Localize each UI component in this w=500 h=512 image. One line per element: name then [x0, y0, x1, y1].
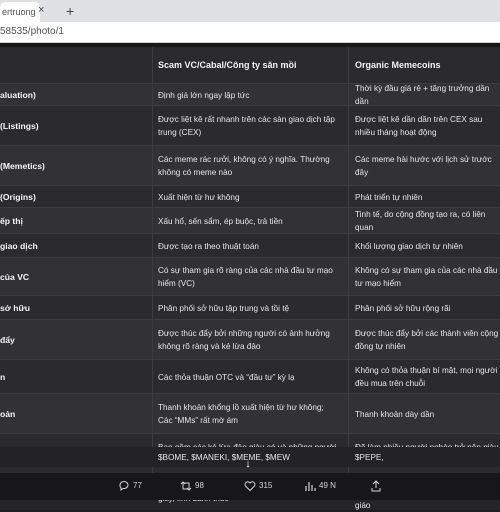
- row-label: sở hữu: [0, 302, 30, 313]
- scam-cell: Các meme rác rưởi, không có ý nghĩa. Thư…: [158, 155, 330, 177]
- row-label: (Listings): [0, 120, 39, 131]
- header-scam: Scam VC/Cabal/Công ty săn mồi Memecoins: [158, 47, 340, 106]
- table-image: Scam VC/Cabal/Công ty săn mồi Memecoins …: [0, 47, 500, 473]
- scam-cell: Các thỏa thuận OTC và “đầu tư” kỳ lạ: [158, 372, 295, 382]
- views-count: 49 N: [319, 481, 336, 490]
- table-row: (Origins) Xuất hiện từ hư không Phát tri…: [0, 185, 500, 208]
- row-label: aluation): [0, 89, 36, 100]
- address-bar[interactable]: 58535/photo/1: [0, 22, 500, 43]
- organic-cell: Được liệt kê dần dần trên CEX sau nhiều …: [355, 115, 483, 137]
- share-button[interactable]: [370, 479, 385, 493]
- table-row: oản Thanh khoản khổng lồ xuất hiện từ hư…: [0, 393, 500, 434]
- organic-cell: Không có thỏa thuận bí mật, mọi người đề…: [355, 366, 498, 388]
- tab-close-icon[interactable]: ×: [38, 4, 44, 16]
- url-text: 58535/photo/1: [0, 26, 64, 37]
- table-row: của VC Có sự tham gia rõ ràng của các nh…: [0, 257, 500, 296]
- browser-tab-bar: ertruong × +: [0, 0, 500, 22]
- row-label: (Memetics): [0, 160, 45, 171]
- scam-cell: Được thúc đẩy bởi những người có ảnh hưở…: [158, 329, 330, 351]
- column-divider: [152, 47, 153, 473]
- header-col-1: [0, 47, 148, 83]
- organic-cell: Tinh tế, do cộng đồng tạo ra, có liên qu…: [355, 210, 486, 232]
- header-organic: Organic Memecoins: [355, 47, 500, 83]
- like-count: 315: [259, 481, 273, 490]
- row-label: ếp thị: [0, 215, 23, 226]
- organic-cell: Phát triển tự nhiên: [355, 192, 423, 202]
- views-chart-icon: [305, 481, 316, 491]
- scam-cell: Được liệt kê rất nhanh trên các sàn giao…: [158, 115, 335, 137]
- scam-cell: Có sự tham gia rõ ràng của các nhà đầu t…: [158, 266, 333, 288]
- repost-button[interactable]: 98: [180, 479, 204, 493]
- table-row: giao dịch Được tạo ra theo thuật toán Kh…: [0, 233, 500, 258]
- organic-cell: Thanh khoản dày dần: [355, 409, 435, 419]
- reply-button[interactable]: 77: [118, 479, 142, 493]
- photo-viewer: Scam VC/Cabal/Công ty săn mồi Memecoins …: [0, 43, 500, 510]
- table-row: ếp thị Xấu hổ, sến sẩm, ép buộc, trả tiề…: [0, 207, 500, 234]
- new-tab-icon[interactable]: +: [66, 3, 74, 19]
- scam-cell: Xuất hiện từ hư không: [158, 192, 240, 202]
- browser-tab[interactable]: ertruong: [0, 2, 40, 22]
- organic-cell: Không có sự tham gia của các nhà đầu tư …: [355, 266, 498, 288]
- reply-count: 77: [133, 481, 142, 490]
- organic-cell: Khối lượng giao dịch tự nhiên: [355, 241, 463, 251]
- scroll-down-icon[interactable]: ↓: [240, 458, 256, 472]
- like-button[interactable]: 315: [244, 479, 272, 493]
- repost-icon: [180, 481, 192, 491]
- organic-cell: Phân phối sở hữu rộng rãi: [355, 303, 451, 313]
- table-row: (Listings) Được liệt kê rất nhanh trên c…: [0, 105, 500, 146]
- row-label: của VC: [0, 271, 30, 282]
- table-row: (Memetics) Các meme rác rưởi, không có ý…: [0, 145, 500, 186]
- column-divider: [348, 47, 349, 473]
- organic-cell: Được thúc đẩy bởi các thành viên cộng đồ…: [355, 329, 499, 351]
- row-label: (Origins): [0, 191, 36, 202]
- organic-cell: $PEPE,: [355, 452, 384, 462]
- heart-icon: [244, 481, 256, 492]
- table-row: sở hữu Phân phối sở hữu tập trung và tồi…: [0, 295, 500, 320]
- tweet-action-bar: 77 98 315 49 N: [0, 473, 500, 500]
- scam-cell: Xấu hổ, sến sẩm, ép buộc, trả tiền: [158, 216, 283, 226]
- views-button[interactable]: 49 N: [304, 479, 336, 493]
- scam-cell: Phân phối sở hữu tập trung và tồi tệ: [158, 303, 290, 313]
- row-label: oản: [0, 408, 16, 419]
- row-label: đẩy: [0, 334, 15, 345]
- scam-cell: Định giá lớn ngay lập tức: [158, 90, 250, 100]
- table-row: n Các thỏa thuận OTC và “đầu tư” kỳ lạ K…: [0, 359, 500, 394]
- row-label: giao dịch: [0, 240, 38, 251]
- row-label: [0, 447, 148, 467]
- organic-cell: Các meme hài hước với lịch sử trước đây: [355, 155, 492, 177]
- table-row: đẩy Được thúc đẩy bởi những người có ảnh…: [0, 319, 500, 360]
- repost-count: 98: [195, 481, 204, 490]
- scam-cell: Thanh khoản khổng lồ xuất hiện từ hư khô…: [158, 403, 324, 425]
- organic-cell: Thời kỳ đầu giá rẻ + tăng trưởng dần dần: [355, 84, 490, 106]
- row-label: n: [0, 371, 6, 382]
- reply-icon: [119, 480, 129, 491]
- table-row: aluation) Định giá lớn ngay lập tức Thời…: [0, 83, 500, 106]
- share-icon: [371, 480, 381, 492]
- scam-cell: Được tạo ra theo thuật toán: [158, 241, 259, 251]
